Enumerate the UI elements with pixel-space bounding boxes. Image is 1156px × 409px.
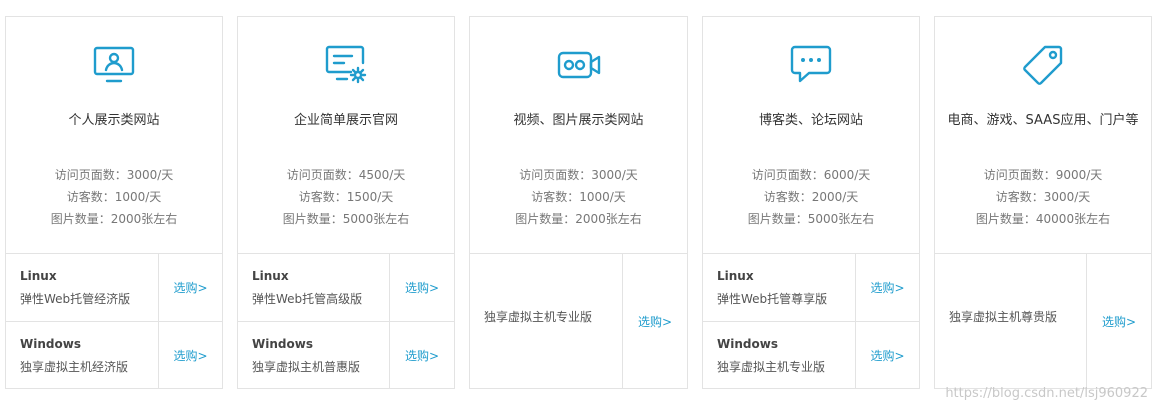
buy-link[interactable]: 选购> (856, 322, 919, 388)
plan-name: 独享虚拟主机尊贵版 (949, 310, 1058, 324)
buy-link[interactable]: 选购> (390, 322, 454, 388)
card-stats: 访问页面数：9000/天 访客数：3000/天 图片数量：40000张左右 (935, 164, 1151, 230)
plan-options: 独享虚拟主机专业版 选购> (470, 253, 687, 388)
plan-card-ecommerce: 电商、游戏、SAAS应用、门户等 访问页面数：9000/天 访客数：3000/天… (934, 16, 1152, 389)
stat-page-views: 访问页面数：4500/天 (286, 168, 406, 182)
plan-card-personal: 个人展示类网站 访问页面数：3000/天 访客数：1000/天 图片数量：200… (5, 16, 223, 389)
plan-options: Linux 弹性Web托管高级版 选购> Windows 独享虚拟主机普惠版 选… (238, 253, 454, 388)
plan-options: Linux 弹性Web托管尊享版 选购> Windows 独享虚拟主机专业版 选… (703, 253, 919, 388)
card-title: 博客类、论坛网站 (758, 113, 863, 128)
card-stats: 访问页面数：3000/天 访客数：1000/天 图片数量：2000张左右 (6, 164, 222, 230)
stat-visitors: 访客数：1500/天 (298, 190, 394, 204)
plan-option-linux: Linux 弹性Web托管经济版 选购> (6, 254, 222, 322)
plan-name: 弹性Web托管尊享版 (717, 292, 828, 306)
stat-page-views: 访问页面数：3000/天 (54, 168, 174, 182)
buy-link[interactable]: 选购> (1087, 254, 1151, 388)
buy-link[interactable]: 选购> (623, 254, 687, 388)
buy-link[interactable]: 选购> (390, 254, 454, 321)
buy-link[interactable]: 选购> (856, 254, 919, 321)
plan-option-dedicated: 独享虚拟主机尊贵版 选购> (935, 254, 1151, 388)
os-label: Windows (717, 337, 778, 351)
plan-name: 弹性Web托管经济版 (20, 292, 131, 306)
stat-images: 图片数量：2000张左右 (50, 212, 178, 226)
card-stats: 访问页面数：6000/天 访客数：2000/天 图片数量：5000张左右 (703, 164, 919, 230)
stat-images: 图片数量：40000张左右 (975, 212, 1111, 226)
stat-visitors: 访客数：1000/天 (531, 190, 626, 204)
stat-visitors: 访客数：1000/天 (66, 190, 162, 204)
card-title: 视频、图片展示类网站 (513, 113, 644, 128)
plan-option-dedicated: 独享虚拟主机专业版 选购> (470, 254, 687, 388)
plan-option-windows: Windows 独享虚拟主机专业版 选购> (703, 322, 919, 388)
plan-option-windows: Windows 独享虚拟主机经济版 选购> (6, 322, 222, 388)
plan-name: 独享虚拟主机专业版 (717, 360, 826, 374)
os-label: Linux (717, 269, 754, 283)
os-label: Linux (20, 269, 57, 283)
card-title: 电商、游戏、SAAS应用、门户等 (947, 113, 1139, 128)
card-stats: 访问页面数：4500/天 访客数：1500/天 图片数量：5000张左右 (238, 164, 454, 230)
plan-name: 弹性Web托管高级版 (252, 292, 363, 306)
plan-option-linux: Linux 弹性Web托管尊享版 选购> (703, 254, 919, 322)
plan-name: 独享虚拟主机经济版 (20, 360, 129, 374)
stat-images: 图片数量：5000张左右 (747, 212, 875, 226)
plan-options: 独享虚拟主机尊贵版 选购> (935, 253, 1151, 388)
plan-name: 独享虚拟主机普惠版 (252, 360, 361, 374)
plan-card-enterprise: 企业简单展示官网 访问页面数：4500/天 访客数：1500/天 图片数量：50… (237, 16, 455, 389)
chat-bubble-icon (789, 43, 833, 87)
card-title: 企业简单展示官网 (293, 113, 398, 128)
card-title: 个人展示类网站 (68, 113, 160, 128)
buy-link[interactable]: 选购> (159, 322, 222, 388)
buy-link[interactable]: 选购> (159, 254, 222, 321)
os-label: Windows (252, 337, 313, 351)
stat-visitors: 访客数：3000/天 (995, 190, 1091, 204)
plan-options: Linux 弹性Web托管经济版 选购> Windows 独享虚拟主机经济版 选… (6, 253, 222, 388)
plan-option-linux: Linux 弹性Web托管高级版 选购> (238, 254, 454, 322)
os-label: Windows (20, 337, 81, 351)
stat-images: 图片数量：2000张左右 (515, 212, 642, 226)
plan-option-windows: Windows 独享虚拟主机普惠版 选购> (238, 322, 454, 388)
price-tag-icon (1021, 43, 1065, 87)
plan-card-blog: 博客类、论坛网站 访问页面数：6000/天 访客数：2000/天 图片数量：50… (702, 16, 920, 389)
stat-page-views: 访问页面数：9000/天 (983, 168, 1103, 182)
monitor-gear-icon (324, 43, 368, 87)
video-camera-icon (557, 43, 601, 87)
card-stats: 访问页面数：3000/天 访客数：1000/天 图片数量：2000张左右 (470, 164, 687, 230)
plan-card-media: 视频、图片展示类网站 访问页面数：3000/天 访客数：1000/天 图片数量：… (469, 16, 688, 389)
plan-name: 独享虚拟主机专业版 (484, 310, 593, 324)
stat-page-views: 访问页面数：3000/天 (519, 168, 638, 182)
stat-images: 图片数量：5000张左右 (282, 212, 410, 226)
os-label: Linux (252, 269, 289, 283)
watermark: https://blog.csdn.net/lsj960922 (945, 386, 1148, 401)
stat-visitors: 访客数：2000/天 (763, 190, 859, 204)
stat-page-views: 访问页面数：6000/天 (751, 168, 871, 182)
monitor-user-icon (92, 43, 136, 87)
